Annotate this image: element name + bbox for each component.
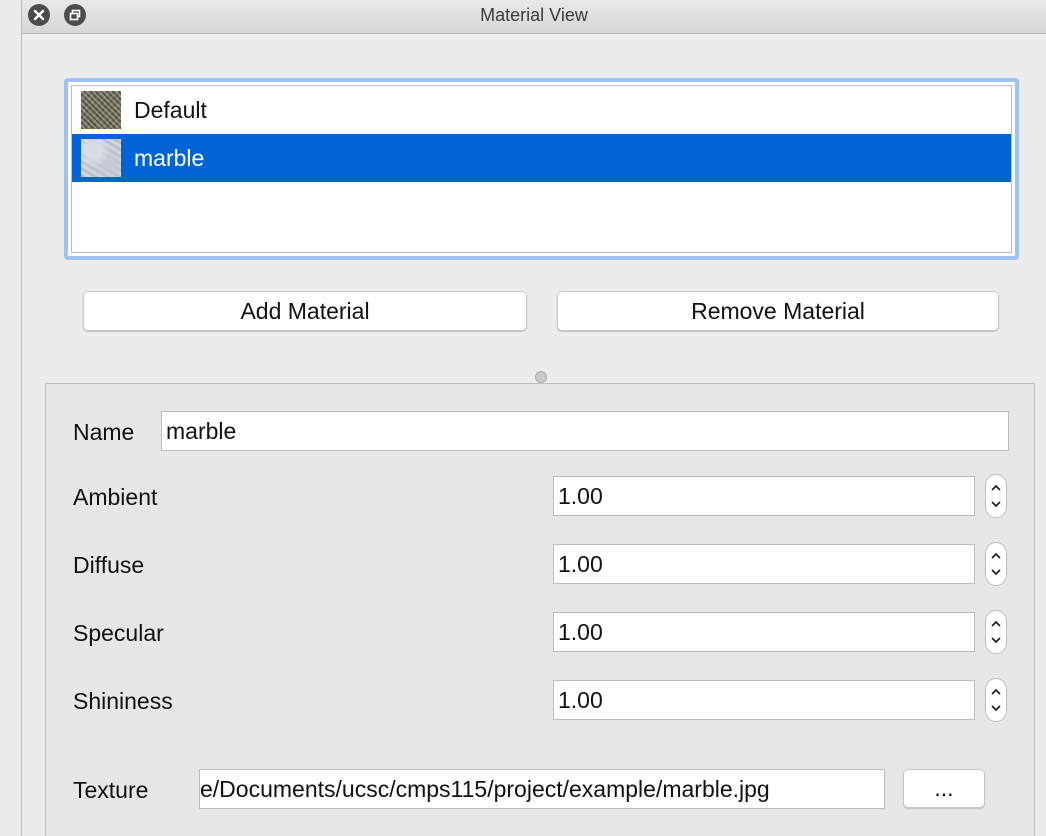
specular-stepper[interactable] xyxy=(985,610,1007,654)
diffuse-label: Diffuse xyxy=(73,552,145,578)
texture-path-field[interactable]: e/Documents/ucsc/cmps115/project/example… xyxy=(199,769,885,809)
material-list[interactable]: Default marble xyxy=(64,78,1019,260)
diffuse-spinbox[interactable]: 1.00 xyxy=(553,544,975,584)
ambient-label: Ambient xyxy=(73,484,158,510)
title-bar: Material View xyxy=(22,0,1046,34)
specular-spinbox[interactable]: 1.00 xyxy=(553,612,975,652)
remove-material-button[interactable]: Remove Material xyxy=(557,291,999,331)
list-item-label: Default xyxy=(134,96,207,123)
chevron-up-icon[interactable] xyxy=(990,484,1002,492)
texture-label: Texture xyxy=(73,777,149,803)
chevron-up-icon[interactable] xyxy=(990,688,1002,696)
diffuse-stepper[interactable] xyxy=(985,542,1007,586)
ambient-stepper[interactable] xyxy=(985,474,1007,518)
chevron-down-icon[interactable] xyxy=(990,704,1002,712)
specular-label: Specular xyxy=(73,620,164,646)
ambient-spinbox[interactable]: 1.00 xyxy=(553,476,975,516)
chevron-down-icon[interactable] xyxy=(990,500,1002,508)
name-label: Name xyxy=(73,419,135,445)
chevron-up-icon[interactable] xyxy=(990,620,1002,628)
texture-thumbnail-icon xyxy=(81,139,121,177)
add-material-button[interactable]: Add Material xyxy=(83,291,527,331)
chevron-up-icon[interactable] xyxy=(990,552,1002,560)
shininess-stepper[interactable] xyxy=(985,678,1007,722)
material-list-viewport: Default marble xyxy=(71,85,1012,253)
shininess-label: Shininess xyxy=(73,688,173,714)
window-title: Material View xyxy=(480,5,588,25)
chevron-down-icon[interactable] xyxy=(990,636,1002,644)
chevron-down-icon[interactable] xyxy=(990,568,1002,576)
list-item-default[interactable]: Default xyxy=(72,86,1011,134)
texture-thumbnail-icon xyxy=(81,91,121,129)
name-field[interactable]: marble xyxy=(161,411,1009,451)
left-edge-strip xyxy=(0,0,22,836)
shininess-spinbox[interactable]: 1.00 xyxy=(553,680,975,720)
splitter-handle[interactable] xyxy=(535,371,547,383)
list-item-label: marble xyxy=(134,144,205,171)
list-item-marble[interactable]: marble xyxy=(72,134,1011,182)
browse-texture-button[interactable]: ... xyxy=(903,769,985,808)
